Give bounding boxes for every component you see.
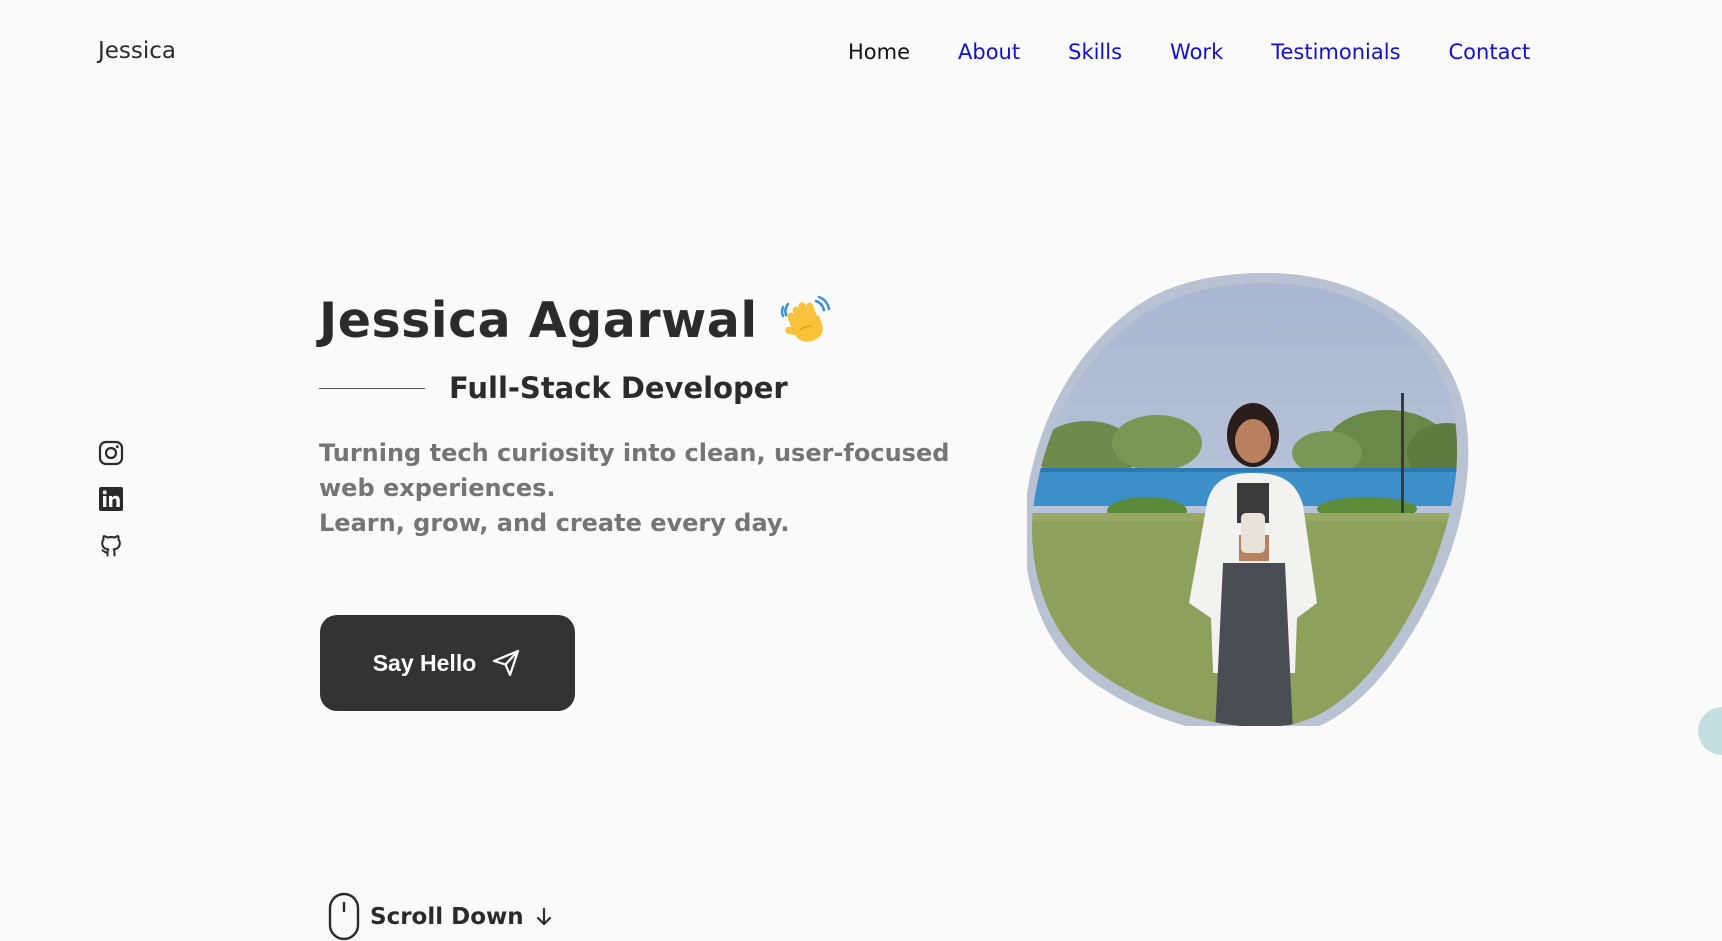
hero-name-text: Jessica Agarwal: [319, 292, 758, 349]
nav-about[interactable]: About: [958, 40, 1020, 64]
profile-photo: [1027, 273, 1469, 726]
description-line: Learn, grow, and create every day.: [319, 509, 790, 537]
hero-subtitle: Full-Stack Developer: [449, 371, 788, 405]
send-icon: [493, 649, 520, 677]
social-links: [98, 440, 124, 558]
brand-logo[interactable]: Jessica: [98, 38, 176, 64]
nav-contact[interactable]: Contact: [1449, 40, 1531, 64]
nav-work[interactable]: Work: [1170, 40, 1223, 64]
linkedin-icon[interactable]: [98, 486, 124, 512]
nav-skills[interactable]: Skills: [1068, 40, 1122, 64]
github-icon[interactable]: [98, 532, 124, 558]
scroll-down-label: Scroll Down: [370, 903, 524, 930]
arrow-down-icon: [536, 907, 551, 925]
scroll-down-link[interactable]: Scroll Down: [328, 892, 554, 941]
waving-hand-icon: [780, 295, 830, 342]
mouse-icon: [328, 892, 360, 941]
portfolio-page: Jessica Home About Skills Work Testimoni…: [0, 0, 1722, 941]
say-hello-label: Say Hello: [372, 649, 477, 676]
profile-blob-image: [1027, 273, 1480, 726]
hero-description: Turning tech curiosity into clean, user-…: [319, 436, 950, 541]
nav-testimonials[interactable]: Testimonials: [1271, 40, 1400, 64]
description-line: Turning tech curiosity into clean, user-…: [319, 439, 950, 467]
subtitle-divider: [319, 387, 425, 389]
main-nav: Home About Skills Work Testimonials Cont…: [848, 40, 1578, 64]
nav-home[interactable]: Home: [848, 40, 910, 64]
description-line: web experiences.: [319, 474, 556, 502]
hero-name: Jessica Agarwal: [319, 292, 832, 349]
say-hello-button[interactable]: Say Hello: [320, 615, 575, 711]
instagram-icon[interactable]: [98, 440, 124, 466]
floating-action-dot[interactable]: [1698, 707, 1722, 755]
subtitle-row: Full-Stack Developer: [319, 371, 788, 405]
